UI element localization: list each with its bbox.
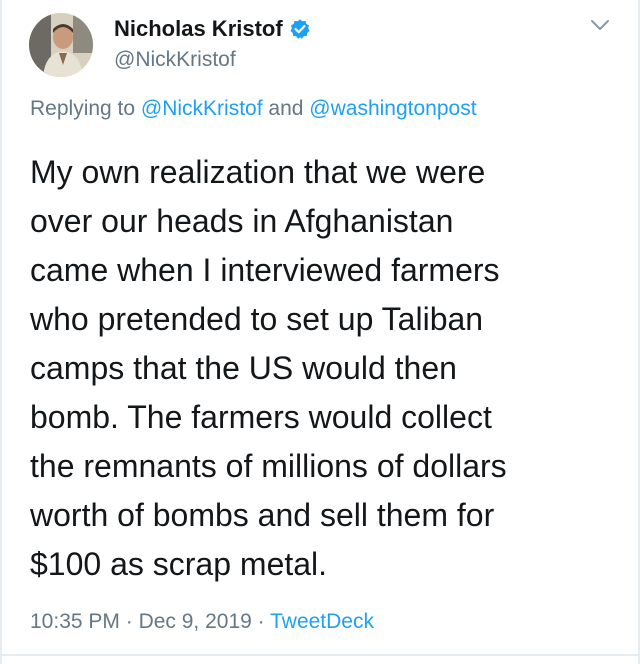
tweet-text-line: worth of bombs and sell them for [30, 497, 495, 533]
tweet-source-link[interactable]: TweetDeck [270, 610, 374, 633]
tweet-time[interactable]: 10:35 PM [30, 610, 120, 633]
chevron-down-icon[interactable] [590, 18, 610, 32]
tweet-text-line: bomb. The farmers would collect [30, 399, 492, 435]
author-handle[interactable]: @NickKristof [114, 48, 236, 72]
author-name[interactable]: Nicholas Kristof [114, 16, 283, 42]
mention-washingtonpost[interactable]: @washingtonpost [309, 97, 476, 120]
replying-to-label: Replying to [30, 97, 141, 120]
author-name-row[interactable]: Nicholas Kristof [114, 16, 311, 42]
meta-separator: · [251, 610, 271, 633]
avatar[interactable] [29, 13, 93, 77]
tweet-text-line: My own realization that we were [30, 154, 486, 190]
verified-badge-icon [289, 18, 311, 40]
tweet-text-line: who pretended to set up Taliban [30, 301, 484, 337]
tweet-metadata: 10:35 PM · Dec 9, 2019 · TweetDeck [30, 610, 374, 634]
tweet-text-line: came when I interviewed farmers [30, 252, 500, 288]
avatar-photo [29, 13, 93, 77]
tweet-text-line: the remnants of millions of dollars [30, 448, 507, 484]
replying-to-joiner: and [262, 97, 310, 120]
mention-nickkristof[interactable]: @NickKristof [141, 97, 263, 120]
tweet-text-line: over our heads in Afghanistan [30, 203, 454, 239]
tweet-text-line: camps that the US would then [30, 350, 457, 386]
tweet-text-line: $100 as scrap metal. [30, 546, 328, 582]
tweet-text: My own realization that we were over our… [30, 148, 622, 589]
meta-separator: · [119, 610, 139, 633]
replying-to-line: Replying to @NickKristof and @washington… [30, 97, 477, 121]
tweet-date[interactable]: Dec 9, 2019 [139, 610, 252, 633]
tweet-card: Nicholas Kristof @NickKristof Replying t… [0, 0, 640, 664]
divider [2, 654, 638, 656]
